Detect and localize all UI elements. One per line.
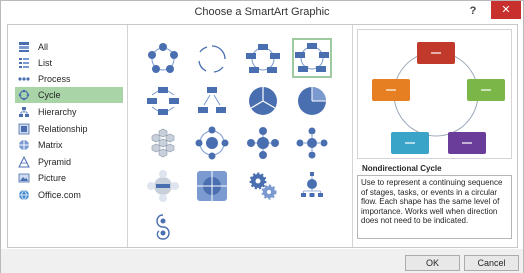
sidebar-item-label: Hierarchy	[38, 107, 77, 117]
layout-cycle-matrix[interactable]	[192, 81, 232, 121]
close-button[interactable]: ✕	[491, 1, 521, 19]
radial-venn-graphic	[147, 170, 179, 202]
gear-graphic	[249, 172, 277, 200]
sidebar-item-hierarchy[interactable]: Hierarchy	[15, 104, 123, 120]
cycle-matrix-graphic	[198, 87, 226, 113]
sidebar-item-label: List	[38, 58, 53, 68]
layout-radial-list[interactable]	[292, 166, 332, 206]
layout-hexagon-radial[interactable]	[143, 123, 183, 163]
sidebar-item-label: Office.com	[38, 190, 81, 200]
sidebar-item-label: Pyramid	[38, 157, 72, 167]
radial-list-graphic	[301, 172, 323, 197]
layout-diverging-radial[interactable]	[292, 123, 332, 163]
layout-gear[interactable]	[243, 166, 283, 206]
sidebar-item-label: Picture	[38, 173, 67, 183]
sidebar-item-process[interactable]: Process	[15, 71, 123, 87]
ok-button[interactable]: OK	[405, 255, 460, 271]
preview-description: Use to represent a continuing sequence o…	[357, 175, 512, 239]
sidebar-item-matrix[interactable]: Matrix	[15, 137, 123, 153]
smartart-dialog: Choose a SmartArt Graphic ? ✕ All List P…	[0, 0, 524, 273]
all-icon	[18, 41, 30, 53]
sidebar-item-all[interactable]: All	[15, 39, 123, 55]
relationship-icon	[18, 123, 30, 135]
sidebar-item-picture[interactable]: Picture	[15, 170, 123, 186]
radial-cycle-graphic	[195, 126, 229, 160]
layout-radial-cycle[interactable]	[192, 123, 232, 163]
process-icon	[18, 73, 30, 85]
layout-radial-venn[interactable]	[143, 166, 183, 206]
sidebar-item-label: All	[38, 42, 49, 52]
multidirectional-cycle-graphic	[156, 214, 170, 240]
diverging-radial-graphic	[296, 127, 328, 159]
sidebar-item-cycle[interactable]: Cycle	[15, 87, 123, 103]
sidebar-item-label: Cycle	[38, 90, 61, 100]
sidebar-item-pyramid[interactable]: Pyramid	[15, 154, 123, 170]
picture-icon	[18, 172, 30, 184]
text-cycle-graphic	[198, 45, 226, 73]
layout-pie-cycle[interactable]	[292, 81, 332, 121]
sidebar-item-label: Matrix	[38, 140, 63, 150]
layout-segmented-cycle[interactable]	[243, 81, 283, 121]
block-cycle-graphic	[246, 44, 280, 73]
hierarchy-icon	[18, 106, 30, 118]
layout-gallery	[127, 25, 353, 247]
sidebar-item-office-com[interactable]: Office.com	[15, 187, 123, 203]
help-button[interactable]: ?	[465, 3, 481, 19]
sidebar-item-label: Relationship	[38, 124, 88, 134]
pie-cycle-graphic	[298, 87, 326, 115]
continuous-cycle-graphic	[147, 87, 179, 115]
preview-title: Nondirectional Cycle	[362, 164, 442, 173]
sidebar-item-relationship[interactable]: Relationship	[15, 121, 123, 137]
dialog-body: All List Process Cycle Hierarchy Relatio…	[7, 24, 518, 248]
preview-image	[357, 29, 512, 159]
segmented-cycle-graphic	[249, 87, 277, 115]
nondirectional-cycle-graphic	[295, 43, 329, 72]
layout-nondirectional-cycle[interactable]	[292, 38, 332, 78]
dialog-title: Choose a SmartArt Graphic	[194, 6, 330, 18]
layout-basic-cycle[interactable]	[143, 39, 183, 79]
button-bar: OK Cancel	[1, 249, 523, 273]
sidebar-item-label: Process	[38, 74, 71, 84]
list-icon	[18, 57, 30, 69]
layout-text-cycle[interactable]	[192, 39, 232, 79]
basic-cycle-graphic	[148, 43, 178, 73]
layout-block-cycle[interactable]	[243, 39, 283, 79]
sidebar-item-list[interactable]: List	[15, 55, 123, 71]
layout-basic-radial[interactable]	[243, 123, 283, 163]
pyramid-icon	[18, 156, 30, 168]
category-list: All List Process Cycle Hierarchy Relatio…	[8, 25, 125, 247]
preview-pane: Nondirectional Cycle Use to represent a …	[354, 25, 517, 247]
basic-radial-graphic	[247, 127, 279, 159]
office-com-icon	[18, 189, 30, 201]
layout-multidirectional-cycle[interactable]	[143, 209, 183, 249]
title-bar: Choose a SmartArt Graphic ? ✕	[1, 1, 523, 25]
layout-cycle-matrix-quad[interactable]	[192, 166, 232, 206]
matrix-icon	[18, 139, 30, 151]
cycle-matrix-quad-graphic	[197, 171, 227, 201]
cancel-button[interactable]: Cancel	[464, 255, 519, 271]
hexagon-radial-graphic	[151, 128, 175, 158]
cycle-icon	[18, 89, 30, 101]
layout-continuous-cycle[interactable]	[143, 81, 183, 121]
nondirectional-cycle-preview	[372, 42, 505, 154]
